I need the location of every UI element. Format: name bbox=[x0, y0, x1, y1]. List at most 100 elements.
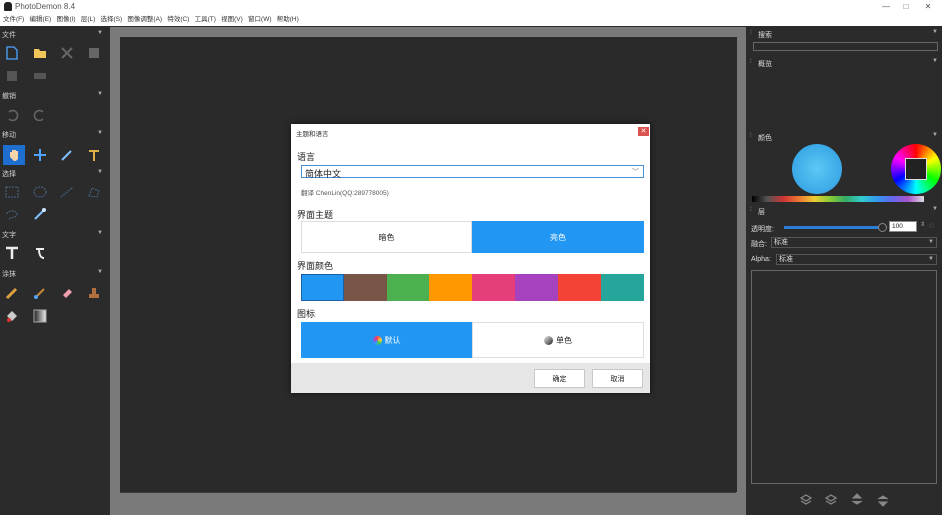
menu-layer[interactable]: 层(L) bbox=[81, 14, 95, 26]
search-panel-header[interactable]: ⁞ 搜索 ▼ bbox=[747, 29, 942, 40]
lasso-select-icon[interactable] bbox=[3, 205, 21, 223]
chevron-down-icon[interactable]: ▼ bbox=[97, 30, 103, 36]
open-folder-icon[interactable] bbox=[31, 44, 49, 62]
maximize-button[interactable]: □ bbox=[896, 1, 916, 13]
icons-mono-button[interactable]: 单色 bbox=[472, 322, 644, 358]
chevron-down-icon[interactable]: ▼ bbox=[932, 132, 938, 138]
minimize-button[interactable]: — bbox=[876, 1, 896, 13]
ok-button[interactable]: 确定 bbox=[534, 369, 585, 388]
color-picker-icon[interactable] bbox=[58, 146, 76, 164]
dialog-title: 主题和语言 bbox=[296, 131, 329, 138]
delete-layer-icon[interactable] bbox=[823, 492, 839, 508]
drag-grip-icon[interactable]: ⁞ bbox=[750, 207, 752, 213]
chevron-down-icon[interactable]: ▼ bbox=[97, 169, 103, 175]
drag-grip-icon[interactable]: ⁞ bbox=[750, 30, 752, 36]
close-file-icon[interactable] bbox=[58, 44, 76, 62]
reset-icon[interactable]: ◌ bbox=[929, 221, 934, 230]
theme-dark-button[interactable]: 暗色 bbox=[301, 221, 472, 253]
layers-panel-header[interactable]: ⁞ 层 ▼ bbox=[747, 206, 942, 217]
blend-mode-select[interactable]: 标准 ▼ bbox=[771, 237, 937, 248]
rect-select-icon[interactable] bbox=[3, 183, 21, 201]
menu-adjustments[interactable]: 图像调整(A) bbox=[127, 14, 162, 26]
menu-view[interactable]: 视图(V) bbox=[221, 14, 243, 26]
menu-file[interactable]: 文件(F) bbox=[3, 14, 24, 26]
save-as-icon[interactable] bbox=[3, 67, 21, 85]
new-file-icon[interactable] bbox=[3, 44, 21, 62]
color-panel-header[interactable]: ⁞ 颜色 ▼ bbox=[747, 132, 942, 143]
brush-icon[interactable] bbox=[31, 284, 49, 302]
opacity-slider[interactable] bbox=[784, 223, 887, 232]
color-wheel[interactable] bbox=[891, 144, 941, 194]
section-file: 文件 bbox=[2, 32, 16, 39]
save-icon[interactable] bbox=[85, 44, 103, 62]
line-select-icon[interactable] bbox=[58, 183, 76, 201]
primary-color-swatch[interactable] bbox=[792, 144, 842, 194]
clone-stamp-icon[interactable] bbox=[85, 284, 103, 302]
title-bar: PhotoDemon 8.4 — □ ✕ bbox=[0, 0, 942, 14]
gradient-icon[interactable] bbox=[31, 307, 49, 325]
move-tool-icon[interactable] bbox=[31, 146, 49, 164]
pencil-icon[interactable] bbox=[3, 284, 21, 302]
accent-swatch-green[interactable] bbox=[387, 274, 429, 301]
dialog-close-button[interactable]: ✕ bbox=[638, 127, 649, 136]
accent-swatch-pink[interactable] bbox=[472, 274, 515, 301]
eraser-icon[interactable] bbox=[58, 284, 76, 302]
polygon-select-icon[interactable] bbox=[85, 183, 103, 201]
menu-effects[interactable]: 特效(C) bbox=[167, 14, 189, 26]
opacity-slider-knob[interactable] bbox=[878, 223, 887, 232]
search-input[interactable] bbox=[753, 42, 938, 51]
accent-swatch-orange[interactable] bbox=[429, 274, 472, 301]
magic-wand-icon[interactable] bbox=[31, 205, 49, 223]
chevron-down-icon[interactable]: ▼ bbox=[932, 29, 938, 35]
menu-bar: 文件(F) 编辑(E) 图像(I) 层(L) 选择(S) 图像调整(A) 特效(… bbox=[0, 14, 942, 26]
ellipse-select-icon[interactable] bbox=[31, 183, 49, 201]
chevron-down-icon[interactable]: ▼ bbox=[932, 58, 938, 64]
text-tool-icon[interactable] bbox=[3, 244, 21, 262]
accent-swatch-purple[interactable] bbox=[515, 274, 558, 301]
layers-list[interactable] bbox=[751, 270, 937, 484]
menu-edit[interactable]: 编辑(E) bbox=[30, 14, 52, 26]
color-wheel-center[interactable] bbox=[905, 158, 927, 180]
alpha-mode-select[interactable]: 标准 ▼ bbox=[776, 254, 937, 265]
chevron-down-icon[interactable]: ▼ bbox=[97, 130, 103, 136]
chevron-down-icon[interactable]: ▼ bbox=[97, 269, 103, 275]
menu-tools[interactable]: 工具(T) bbox=[195, 14, 216, 26]
chevron-down-icon: ▼ bbox=[928, 256, 934, 262]
hand-tool-icon[interactable] bbox=[3, 145, 25, 165]
chevron-down-icon[interactable]: ▼ bbox=[97, 91, 103, 97]
cancel-button[interactable]: 取消 bbox=[592, 369, 643, 388]
move-layer-up-icon[interactable] bbox=[849, 492, 865, 508]
menu-select[interactable]: 选择(S) bbox=[101, 14, 123, 26]
accent-swatch-blue[interactable] bbox=[301, 274, 344, 301]
measure-tool-icon[interactable] bbox=[85, 146, 103, 164]
accent-swatch-brown[interactable] bbox=[344, 274, 387, 301]
theme-label: 界面主题 bbox=[297, 210, 334, 220]
color-palette-strip[interactable] bbox=[752, 196, 924, 202]
redo-icon[interactable] bbox=[31, 106, 49, 124]
icons-default-button[interactable]: 默认 bbox=[301, 322, 472, 358]
drag-grip-icon[interactable]: ⁞ bbox=[750, 59, 752, 65]
overview-panel-header[interactable]: ⁞ 概览 ▼ bbox=[747, 58, 942, 69]
chevron-down-icon[interactable]: ▼ bbox=[932, 206, 938, 212]
theme-light-button[interactable]: 亮色 bbox=[472, 221, 644, 253]
section-text: 文字 bbox=[2, 232, 16, 239]
accent-swatch-teal[interactable] bbox=[601, 274, 644, 301]
add-layer-icon[interactable] bbox=[798, 492, 814, 508]
move-layer-down-icon[interactable] bbox=[875, 492, 891, 508]
accent-swatch-red[interactable] bbox=[558, 274, 601, 301]
opacity-stepper-icon[interactable]: ⇕ bbox=[920, 221, 925, 228]
drag-grip-icon[interactable]: ⁞ bbox=[750, 133, 752, 139]
typography-tool-icon[interactable] bbox=[31, 244, 49, 262]
export-icon[interactable] bbox=[31, 67, 49, 85]
undo-icon[interactable] bbox=[3, 106, 21, 124]
chevron-down-icon[interactable]: ▼ bbox=[97, 230, 103, 236]
section-paint: 涂抹 bbox=[2, 271, 16, 278]
menu-help[interactable]: 帮助(H) bbox=[277, 14, 299, 26]
fill-bucket-icon[interactable] bbox=[3, 307, 21, 325]
menu-window[interactable]: 窗口(W) bbox=[248, 14, 271, 26]
language-select[interactable]: 简体中文 ﹀ bbox=[301, 165, 644, 179]
opacity-input[interactable]: 100 bbox=[889, 221, 917, 232]
close-window-button[interactable]: ✕ bbox=[918, 1, 938, 13]
menu-image[interactable]: 图像(I) bbox=[56, 14, 75, 26]
icons-label: 图标 bbox=[297, 309, 316, 319]
